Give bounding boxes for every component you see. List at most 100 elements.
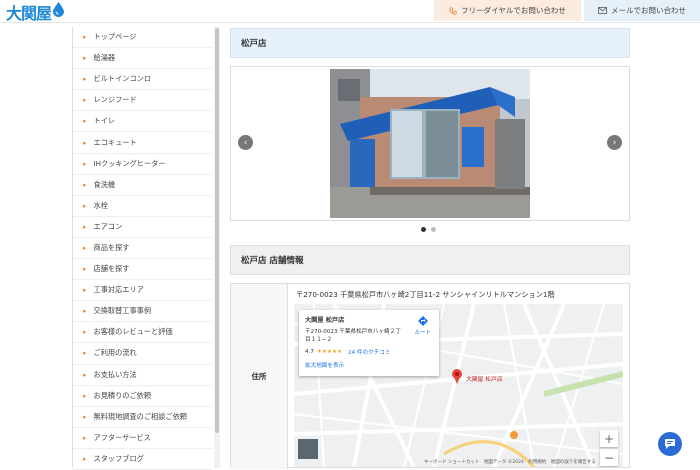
sidebar-item-label: アフターサービス [93, 432, 151, 442]
sidebar-item[interactable]: ▸ ご利用の流れ [73, 343, 212, 365]
water-drop-icon [53, 2, 65, 21]
chevron-right-icon: ▸ [83, 201, 87, 210]
sidebar-item-label: トイレ [93, 116, 116, 126]
map-info-card: 大関屋 松戸店 〒270-0023 千葉県松戸市八ヶ崎２丁目１１−２ 4.7 ★… [299, 310, 439, 376]
store-info-table: 住所 〒270-0023 千葉県松戸市八ヶ崎2丁目11-2 サンシャインリトルマ… [230, 283, 630, 469]
logo[interactable]: 大関屋 [6, 1, 65, 23]
chevron-right-icon: ▸ [83, 33, 87, 42]
call-button-label: フリーダイヤルでお問い合わせ [461, 6, 566, 15]
star-rating-icon: ★★★★★ [316, 349, 342, 355]
chevron-right-icon: ▸ [83, 138, 87, 147]
sidebar-item[interactable]: ▸ 無料現地調査のご相談ご依頼 [73, 407, 212, 428]
sidebar-scroll-thumb[interactable] [215, 28, 219, 433]
sidebar-item-label: 給湯器 [93, 53, 116, 63]
sidebar-item-label: お支払い方法 [93, 369, 137, 379]
route-button[interactable]: ルート [414, 316, 431, 336]
sidebar-item[interactable]: ▸ 店舗を探す [73, 259, 212, 281]
chevron-right-icon: ▸ [83, 117, 87, 126]
store-photo [330, 69, 530, 218]
store-title: 松戸店 [230, 28, 630, 58]
chevron-right-icon: ▸ [83, 349, 87, 358]
sidebar-item[interactable]: ▸ IHクッキングヒーター [73, 154, 212, 175]
phone-icon [449, 6, 457, 15]
sidebar-item-label: IHクッキングヒーター [93, 158, 166, 168]
map-card-rating: 4.7 ★★★★★ 24 件のクチコミ [305, 348, 433, 356]
chevron-right-icon: ▸ [83, 412, 87, 421]
route-label: ルート [414, 330, 431, 336]
sidebar-item[interactable]: ▸ 食洗機 [73, 175, 212, 196]
reviews-link[interactable]: 24 件のクチコミ [348, 348, 390, 356]
sidebar-item[interactable]: ▸ お客様のレビューと評価 [73, 322, 212, 344]
directions-icon [414, 316, 431, 328]
chevron-right-icon: ▸ [83, 75, 87, 84]
sidebar-item-label: 工事対応エリア [93, 285, 144, 295]
chevron-right-icon: ▸ [83, 391, 87, 400]
sidebar-item[interactable]: ▸ お支払い方法 [73, 365, 212, 386]
sidebar-item[interactable]: ▸ レンジフード [73, 90, 212, 112]
sidebar-item[interactable]: ▸ エコキュート [73, 132, 212, 154]
chevron-right-icon: ▸ [83, 222, 87, 231]
sidebar-item[interactable]: ▸ お見積りのご依頼 [73, 386, 212, 407]
call-button[interactable]: フリーダイヤルでお問い合わせ [434, 0, 581, 21]
sidebar-item[interactable]: ▸ 交換取替工事事例 [73, 301, 212, 323]
sidebar-item[interactable]: ▸ トップページ [73, 27, 212, 49]
sidebar-item[interactable]: ▸ スタッフブログ [73, 449, 212, 470]
sidebar-item-label: お見積りのご依頼 [93, 390, 152, 400]
sidebar-item-label: エコキュート [93, 137, 137, 147]
chevron-right-icon: ▸ [83, 433, 87, 442]
chat-button[interactable] [658, 432, 682, 456]
carousel-prev-button[interactable]: ‹ [238, 135, 253, 150]
larger-map-link[interactable]: 拡大地図を表示 [305, 361, 433, 369]
chevron-right-icon: ▸ [83, 370, 87, 379]
chevron-right-icon: ▸ [83, 286, 87, 295]
photo-carousel: ‹ › [230, 66, 630, 221]
rating-value: 4.7 [305, 349, 314, 355]
sidebar-item-label: 食洗機 [93, 179, 116, 189]
zoom-out-button[interactable]: − [600, 449, 618, 466]
sidebar-item-label: エアコン [93, 221, 123, 231]
map-footer: キーボード ショートカット 地図データ ©2024 利用規約 地図の誤りを報告す… [424, 460, 596, 465]
zoom-in-button[interactable]: + [600, 430, 618, 447]
sidebar-item[interactable]: ▸ トイレ [73, 111, 212, 133]
sidebar-item[interactable]: ▸ ビルトインコンロ [73, 69, 212, 91]
chat-icon [665, 439, 675, 449]
google-map[interactable]: 大関屋 松戸店 〒270-0023 千葉県松戸市八ヶ崎２丁目１１−２ 4.7 ★… [294, 304, 623, 467]
chevron-right-icon: ▸ [83, 307, 87, 316]
sidebar-item-label: トップページ [93, 32, 137, 42]
sidebar-item[interactable]: ▸ 工事対応エリア [73, 280, 212, 302]
chevron-right-icon: ▸ [83, 180, 87, 189]
carousel-dot[interactable] [431, 227, 436, 232]
chevron-right-icon: ▸ [83, 96, 87, 105]
sidebar-item[interactable]: ▸ 給湯器 [73, 48, 212, 70]
sidebar-item[interactable]: ▸ アフターサービス [73, 428, 212, 449]
chevron-right-icon: ▸ [83, 159, 87, 168]
sidebar-item-label: レンジフード [93, 95, 137, 105]
mail-button[interactable]: メールでお問い合わせ [584, 0, 700, 21]
carousel-next-button[interactable]: › [607, 135, 622, 150]
logo-text: 大関屋 [6, 3, 52, 23]
address-label: 住所 [231, 284, 288, 469]
chevron-right-icon: ▸ [83, 54, 87, 63]
chevron-right-icon: ▸ [83, 243, 87, 252]
store-info-title: 松戸店 店舗情報 [230, 245, 630, 275]
sidebar-menu: ▸ トップページ ▸ 給湯器 ▸ ビルトインコンロ ▸ レンジフード ▸ トイレ ▸ エコキュート ▸ I… [72, 27, 212, 470]
chevron-right-icon: ▸ [83, 265, 87, 274]
sidebar-item-label: お客様のレビューと評価 [93, 327, 173, 337]
chevron-right-icon: ▸ [83, 328, 87, 337]
carousel-dot[interactable] [421, 227, 426, 232]
sidebar-item-label: ご利用の流れ [93, 348, 137, 358]
sidebar-item[interactable]: ▸ 商品を探す [73, 238, 212, 260]
sidebar-item-label: 店舗を探す [93, 264, 130, 274]
map-pin-label[interactable]: 大関屋 松戸店 [466, 374, 503, 383]
sidebar-item-label: 交換取替工事事例 [93, 306, 152, 316]
sidebar-item-label: スタッフブログ [93, 453, 144, 463]
sidebar-item[interactable]: ▸ エアコン [73, 217, 212, 238]
sidebar-item-label: 無料現地調査のご相談ご依頼 [93, 411, 187, 421]
map-card-address: 〒270-0023 千葉県松戸市八ヶ崎２丁目１１−２ [305, 329, 401, 343]
sidebar-item[interactable]: ▸ 水栓 [73, 196, 212, 217]
mail-icon [598, 7, 607, 14]
chevron-right-icon: ▸ [83, 454, 87, 463]
carousel-dots [421, 227, 436, 232]
sidebar-item-label: ビルトインコンロ [93, 74, 152, 84]
sidebar-item-label: 商品を探す [93, 242, 130, 252]
